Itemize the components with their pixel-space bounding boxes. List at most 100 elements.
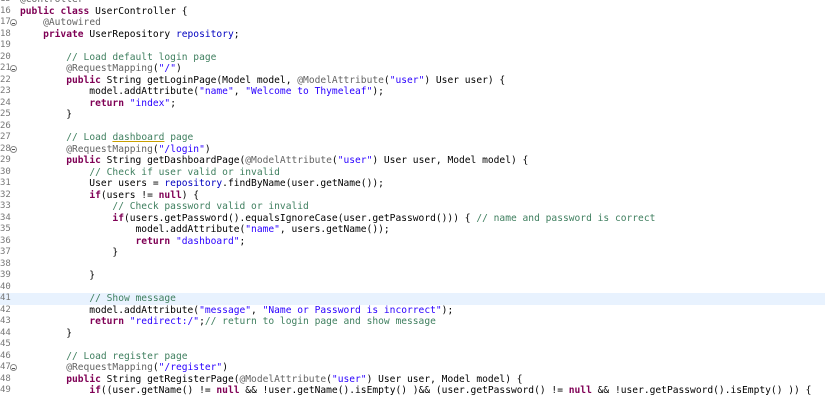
code-line[interactable]: 43 return "redirect:/";// return to logi… xyxy=(0,316,825,328)
code-line[interactable]: 22 public String getLoginPage(Model mode… xyxy=(0,75,825,87)
code-line[interactable]: 25 } xyxy=(0,109,825,121)
fold-toggle-icon[interactable] xyxy=(10,65,17,72)
code-token: UserRepository xyxy=(83,28,176,40)
line-number-gutter: 46 xyxy=(0,351,19,363)
code-line[interactable]: 40 xyxy=(0,282,825,294)
line-number-gutter: 24 xyxy=(0,98,19,110)
code-token: if xyxy=(89,189,101,201)
code-line[interactable]: 16 public class UserController { xyxy=(0,6,825,18)
code-line[interactable]: 26 xyxy=(0,121,825,133)
code-token: model.addAttribute( xyxy=(20,304,200,316)
code-token: @Controller xyxy=(20,0,84,5)
line-number: 49 xyxy=(0,385,11,395)
code-line[interactable]: 30 // Check if user valid or invalid xyxy=(0,167,825,179)
code-line[interactable]: 18 private UserRepository repository; xyxy=(0,29,825,41)
code-token: .findByName(user.getName()); xyxy=(222,178,384,189)
code-token: } xyxy=(20,247,119,258)
fold-toggle-icon[interactable] xyxy=(10,19,17,26)
code-token: "name" xyxy=(245,224,280,235)
code-line[interactable]: 37 } xyxy=(0,247,825,259)
line-number-gutter: 22 xyxy=(0,75,19,87)
line-number-gutter: 49 xyxy=(0,385,19,397)
line-number-gutter: 41 xyxy=(0,293,19,305)
code-token: (users != xyxy=(100,189,159,201)
code-text: } xyxy=(20,247,118,259)
code-token: ) { xyxy=(181,189,200,201)
code-token: "/login" xyxy=(158,143,205,155)
code-token: , users.getName()); xyxy=(279,224,390,235)
line-number-gutter: 37 xyxy=(0,247,19,259)
code-line[interactable]: 38 xyxy=(0,259,825,271)
code-text: @Autowired xyxy=(20,17,101,29)
code-line[interactable]: 49 if((user.getName() != null && !user.g… xyxy=(0,385,825,397)
code-line[interactable]: 21 @RequestMapping("/") xyxy=(0,63,825,75)
line-number: 42 xyxy=(0,304,11,315)
code-line[interactable]: 19 xyxy=(0,40,825,52)
code-token: && !user.getPassword().isEmpty() )) { xyxy=(591,385,812,396)
line-number: 24 xyxy=(0,97,11,108)
code-text: model.addAttribute("name", users.getName… xyxy=(20,224,390,236)
code-line[interactable]: 34 if(users.getPassword().equalsIgnoreCa… xyxy=(0,213,825,225)
code-token: "message" xyxy=(199,304,252,316)
code-text: // Check password valid or invalid xyxy=(20,201,308,213)
code-line[interactable]: 29 public String getDashboardPage(@Model… xyxy=(0,155,825,167)
code-token: public xyxy=(66,373,101,385)
code-token: // name and password is correct xyxy=(476,212,656,224)
code-token: "Name or Password is incorrect" xyxy=(262,304,442,316)
code-token: // Load xyxy=(66,132,113,143)
code-text: private UserRepository repository; xyxy=(20,28,239,41)
code-line[interactable]: 31 User users = repository.findByName(us… xyxy=(0,178,825,190)
code-token: if xyxy=(89,385,101,396)
code-line[interactable]: 23 model.addAttribute("name", "Welcome t… xyxy=(0,86,825,98)
code-line[interactable]: 42 model.addAttribute("message", "Name o… xyxy=(0,305,825,317)
code-text: User users = repository.findByName(user.… xyxy=(20,178,384,190)
code-line[interactable]: 36 return "dashboard"; xyxy=(0,236,825,248)
fold-toggle-icon[interactable] xyxy=(10,145,17,153)
line-number-gutter: 42 xyxy=(0,305,19,317)
code-line[interactable]: 32 if(users != null) { xyxy=(0,190,825,202)
code-line[interactable]: 20 // Load default login page xyxy=(0,52,825,64)
code-line[interactable]: 27 // Load dashboard page xyxy=(0,132,825,144)
fold-toggle-icon[interactable] xyxy=(10,364,17,371)
code-line[interactable]: 17 @Autowired xyxy=(0,17,825,29)
code-line[interactable]: 45 xyxy=(0,339,825,351)
line-number-gutter: 27 xyxy=(0,132,19,144)
code-line[interactable]: 24 return "index"; xyxy=(0,98,825,110)
code-line[interactable]: 41 // Show message xyxy=(0,293,825,305)
line-number-gutter: 34 xyxy=(0,213,19,225)
line-number-gutter: 20 xyxy=(0,52,19,64)
code-token: public xyxy=(20,5,55,17)
code-editor[interactable]: 15@Controller16public class UserControll… xyxy=(0,0,825,397)
code-line[interactable]: 28 @RequestMapping("/login") xyxy=(0,144,825,156)
line-number-gutter: 48 xyxy=(0,374,19,386)
code-token: // return to login page and show message xyxy=(204,316,436,327)
code-line[interactable]: 47 @RequestMapping("/register") xyxy=(0,362,825,374)
line-number: 40 xyxy=(0,281,11,292)
code-token: @RequestMapping xyxy=(66,143,153,155)
code-token: @ModelAttribute xyxy=(245,155,332,166)
code-line[interactable]: 48 public String getRegisterPage(@ModelA… xyxy=(0,374,825,386)
code-text: // Check if user valid or invalid xyxy=(20,167,280,179)
code-token: "/register" xyxy=(158,362,223,373)
code-token: "Welcome to Thymeleaf" xyxy=(245,86,373,97)
line-number-gutter: 47 xyxy=(0,362,19,374)
code-line[interactable]: 46 // Load register page xyxy=(0,351,825,363)
code-line[interactable]: 33 // Check password valid or invalid xyxy=(0,201,825,213)
code-line[interactable]: 35 model.addAttribute("name", users.getN… xyxy=(0,224,825,236)
code-line[interactable]: 44 } xyxy=(0,328,825,340)
code-line[interactable]: 39 } xyxy=(0,270,825,282)
code-token: , xyxy=(251,304,263,316)
line-number: 48 xyxy=(0,373,11,384)
code-token: ) User user) { xyxy=(424,74,506,86)
line-number: 33 xyxy=(0,201,11,211)
line-number: 43 xyxy=(0,316,11,326)
